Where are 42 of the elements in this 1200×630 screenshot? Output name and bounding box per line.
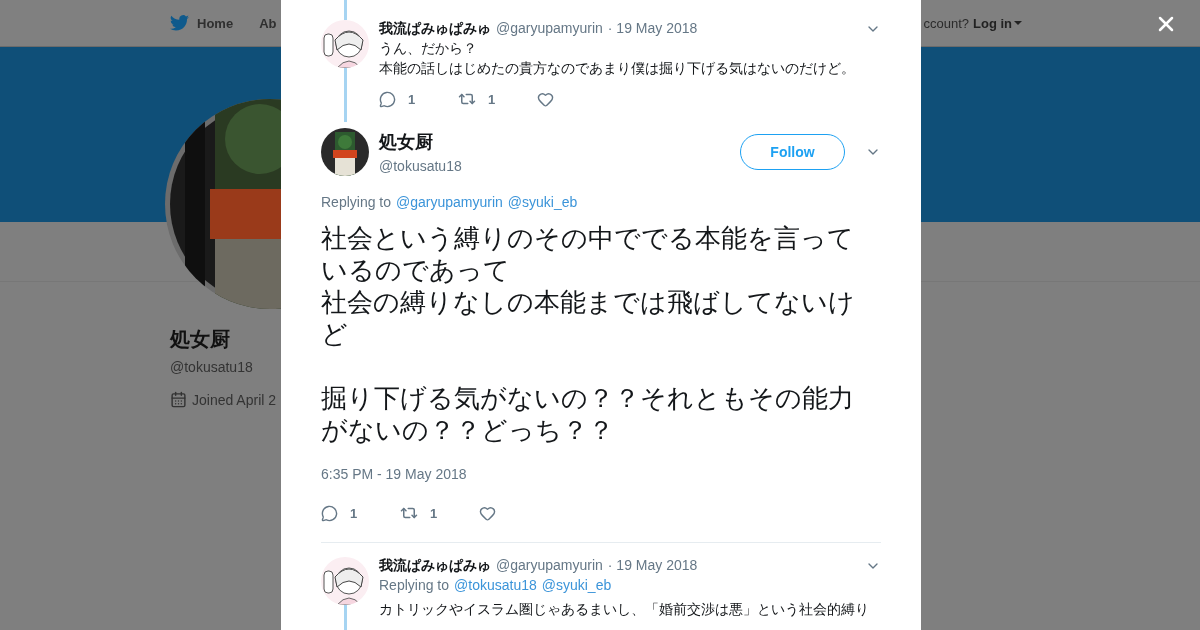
author-name: 我流ぱみゅぱみゅ [379,557,491,575]
tweet-date[interactable]: · 19 May 2018 [607,557,698,573]
replying-to-label: Replying to [321,193,392,212]
avatar-image [321,20,369,68]
account-prompt: ccount? [923,15,969,31]
login-link[interactable]: Log in [973,15,1022,31]
mention-link[interactable]: @tokusatu18 [454,575,537,595]
retweet-count: 1 [488,91,496,107]
author-name: 我流ぱみゅぱみゅ [379,20,491,38]
avatar-image [321,128,369,176]
nav-link[interactable]: Ab [259,15,277,31]
reply-icon[interactable] [379,90,396,108]
follow-button[interactable]: Follow [740,134,845,170]
mention-link[interactable]: @garyupamyurin [396,192,503,212]
profile-name: 処女厨 [170,327,230,352]
reply-icon[interactable] [321,504,338,522]
tweet-text: 掘り下げる気がないの？？それともその能力がないの？？どっち？？ [321,382,855,446]
tweet-date[interactable]: · 19 May 2018 [607,20,698,36]
tweet-text: 社会の縛りなしの本能までは飛ばしてないけど [321,286,856,350]
bird-icon [170,15,189,31]
author-name: 処女厨 [379,131,434,154]
retweet-count: 1 [430,505,438,521]
tweet-text: 社会という縛りのその中ででる本能を言っているのであって [321,222,855,286]
tweet-time: 6:35 PM - 19 May 2018 [321,466,468,482]
tweet-text: カトリックやイスラム圏じゃあるまいし、「婚前交渉は悪」という社会的縛り [379,600,870,619]
author-handle: @tokusatu18 [379,158,462,174]
profile-handle: @tokusatu18 [170,359,253,375]
nav-link[interactable]: Home [170,15,234,31]
like-icon[interactable] [537,90,554,108]
mention-link[interactable]: @syuki_eb [507,192,578,212]
avatar-image [321,557,369,605]
replying-to-label: Replying to [379,576,450,595]
tweet-text: うん、だから？ [379,39,478,58]
like-icon[interactable] [479,504,496,522]
reply-count: 1 [408,91,416,107]
tweet-text: 本能の話しはじめたの貴方なのであまり僕は掘り下げる気はないのだけど。 [379,59,856,78]
author-handle: @garyupamyurin [496,557,603,573]
mention-link[interactable]: @syuki_eb [541,575,612,595]
calendar-icon [170,391,187,408]
joined-date: Joined April 2 [192,391,277,408]
reply-count: 1 [350,505,358,521]
author-handle: @garyupamyurin [496,20,603,36]
